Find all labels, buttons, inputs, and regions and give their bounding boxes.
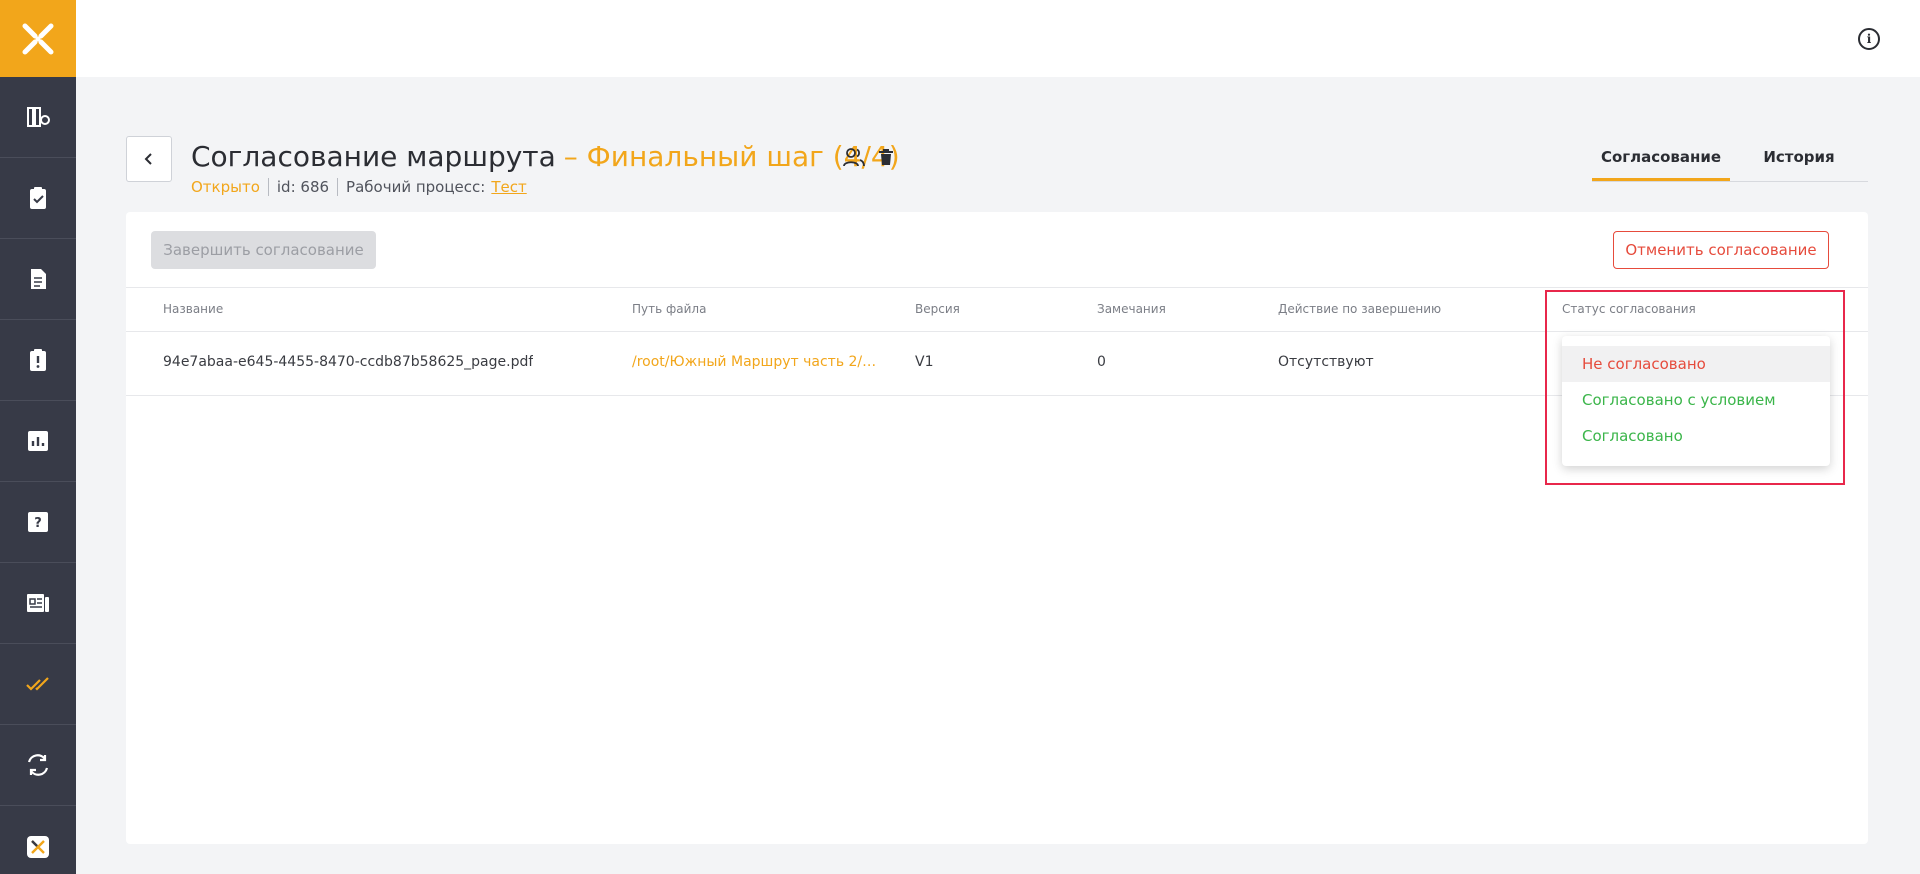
file-version: V1 bbox=[915, 354, 934, 370]
status-option-not-approved[interactable]: Не согласовано bbox=[1562, 346, 1830, 382]
clipboard-check-icon bbox=[30, 187, 46, 209]
app-logo[interactable] bbox=[0, 0, 76, 77]
meta-divider bbox=[267, 178, 269, 196]
column-header-remarks[interactable]: Замечания bbox=[1097, 302, 1166, 316]
column-header-version[interactable]: Версия bbox=[915, 302, 960, 316]
clipboard-alert-icon bbox=[30, 349, 46, 371]
info-icon[interactable]: i bbox=[1858, 28, 1880, 50]
status-dropdown: Не согласовано Согласовано с условием Со… bbox=[1562, 336, 1830, 466]
newspaper-icon bbox=[27, 594, 49, 612]
bar-chart-icon bbox=[28, 431, 48, 451]
column-header-action[interactable]: Действие по завершению bbox=[1278, 302, 1441, 316]
cancel-approval-button[interactable]: Отменить согласование bbox=[1613, 231, 1829, 269]
sync-icon bbox=[27, 754, 49, 776]
sidebar: ? bbox=[0, 0, 76, 874]
top-bar: i bbox=[76, 0, 1920, 77]
workflow-link[interactable]: Тест bbox=[491, 178, 526, 196]
route-icon bbox=[27, 107, 50, 127]
page-title: Согласование маршрута – Финальный шаг (4/… bbox=[191, 140, 900, 173]
chevron-left-icon bbox=[144, 153, 152, 165]
tabs: Согласование История bbox=[1592, 148, 1868, 182]
sidebar-item-tasks[interactable] bbox=[0, 158, 76, 239]
status-badge: Открыто bbox=[191, 178, 260, 196]
double-check-icon bbox=[26, 677, 49, 691]
trash-icon[interactable] bbox=[878, 148, 894, 166]
document-icon bbox=[31, 269, 46, 289]
status-option-approved-with-condition[interactable]: Согласовано с условием bbox=[1562, 382, 1830, 418]
svg-text:?: ? bbox=[34, 516, 42, 531]
file-name: 94e7abaa-e645-4455-8470-ccdb87b58625_pag… bbox=[163, 354, 534, 370]
finish-approval-button[interactable]: Завершить согласование bbox=[151, 231, 376, 269]
tab-history[interactable]: История bbox=[1730, 148, 1868, 181]
page-meta: Открыто id: 686 Рабочий процесс: Тест bbox=[191, 178, 527, 196]
sidebar-item-app[interactable] bbox=[0, 806, 76, 874]
meta-divider bbox=[337, 178, 339, 196]
column-header-path[interactable]: Путь файла bbox=[632, 302, 706, 316]
sidebar-item-sync[interactable] bbox=[0, 725, 76, 806]
sidebar-item-help[interactable]: ? bbox=[0, 482, 76, 563]
status-option-approved[interactable]: Согласовано bbox=[1562, 418, 1830, 454]
record-id: id: 686 bbox=[276, 178, 330, 196]
file-path-link[interactable]: /root/Южный Маршрут часть 2/94e7abaa-e64… bbox=[632, 354, 884, 370]
users-icon[interactable] bbox=[842, 146, 866, 168]
back-button[interactable] bbox=[126, 136, 172, 182]
header-actions bbox=[842, 146, 894, 168]
tab-approval[interactable]: Согласование bbox=[1592, 148, 1730, 181]
app-logo-icon bbox=[22, 23, 54, 54]
sidebar-item-reports[interactable] bbox=[0, 401, 76, 482]
sidebar-item-approvals[interactable] bbox=[0, 644, 76, 725]
page-title-text: Согласование маршрута bbox=[191, 140, 556, 173]
sidebar-item-routes[interactable] bbox=[0, 77, 76, 158]
column-header-name[interactable]: Название bbox=[163, 302, 223, 316]
sidebar-item-documents[interactable] bbox=[0, 239, 76, 320]
completion-action: Отсутствуют bbox=[1278, 354, 1374, 370]
remarks-count: 0 bbox=[1097, 354, 1106, 370]
help-icon: ? bbox=[28, 512, 48, 532]
sidebar-item-news[interactable] bbox=[0, 563, 76, 644]
sidebar-item-issues[interactable] bbox=[0, 320, 76, 401]
workflow-label: Рабочий процесс: bbox=[346, 178, 486, 196]
app-logo-small-icon bbox=[27, 835, 49, 858]
